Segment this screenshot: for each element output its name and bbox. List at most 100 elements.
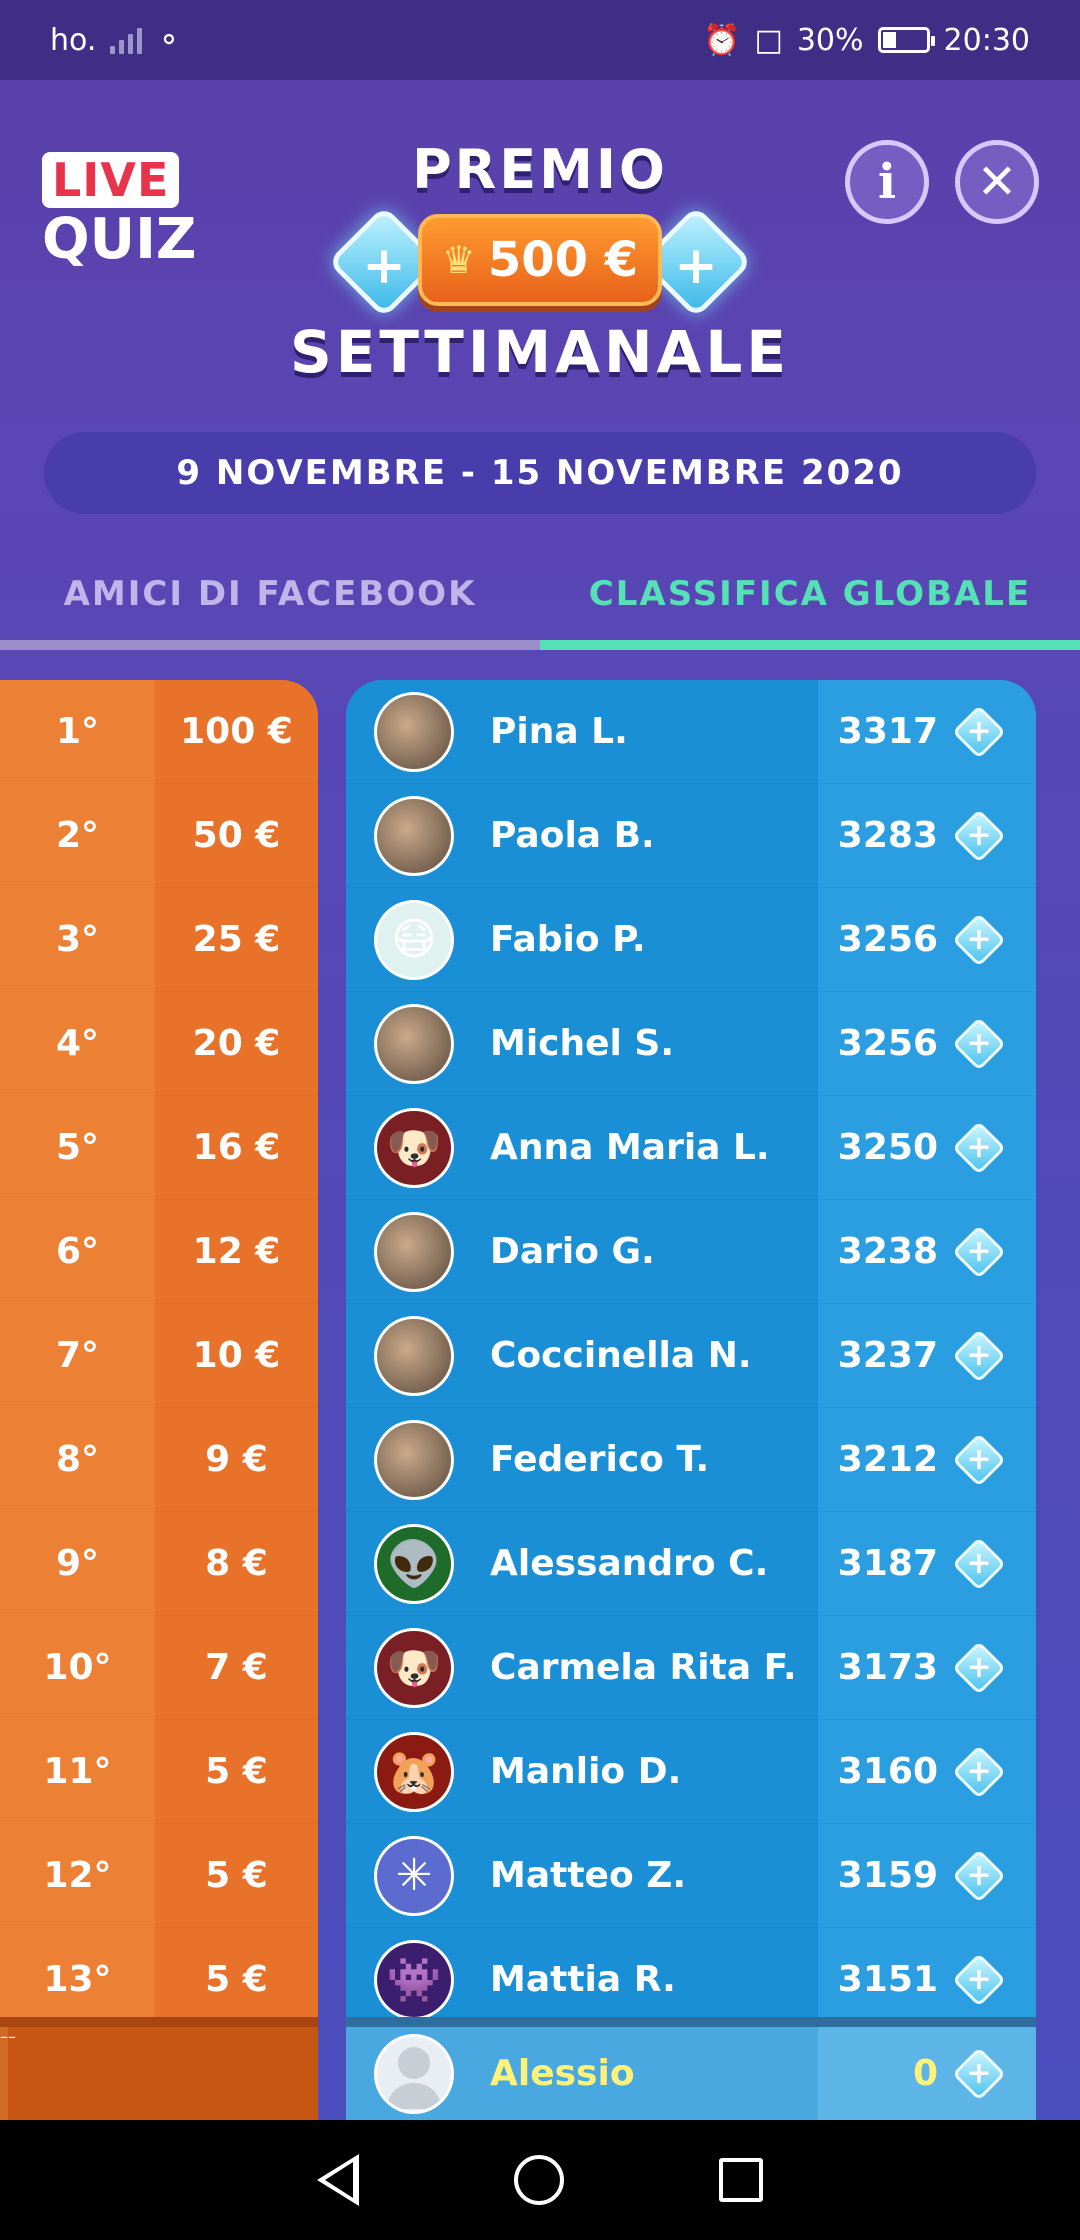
leaderboard-row[interactable]: Dario G. 3238 +	[346, 1200, 1036, 1304]
recent-apps-icon[interactable]	[718, 2158, 763, 2202]
player-name: Michel S.	[490, 1023, 675, 1064]
my-rank: –	[0, 2027, 8, 2120]
prize-amount: 5 €	[205, 1855, 268, 1896]
leaderboard-row[interactable]: Coccinella N. 3237 +	[346, 1304, 1036, 1408]
info-icon: i	[877, 154, 897, 210]
my-prize: –	[8, 2027, 16, 2046]
player-score: 3283	[837, 815, 938, 856]
player-name: Carmela Rita F.	[490, 1647, 797, 1688]
logo-quiz: QUIZ	[42, 207, 197, 272]
leaderboard-row[interactable]: 😷 Fabio P. 3256 +	[346, 888, 1036, 992]
dog-avatar[interactable]: 🐶	[374, 1627, 454, 1708]
prize-rank: 9°	[55, 1543, 100, 1584]
player-score: 3160	[837, 1751, 938, 1792]
prize-amount: 10 €	[192, 1335, 281, 1376]
leaderboard-row[interactable]: Michel S. 3256 +	[346, 992, 1036, 1096]
photo-avatar[interactable]	[374, 1315, 454, 1396]
prize-amount: 5 €	[205, 1751, 268, 1792]
player-name: Paola B.	[490, 815, 655, 856]
prize-rank: 6°	[55, 1231, 100, 1272]
player-name: Dario G.	[490, 1231, 655, 1272]
space-invader-avatar[interactable]: 👾	[374, 1939, 454, 2020]
prize-rank: 2°	[55, 815, 100, 856]
prize-row: 8° 9 €	[0, 1408, 318, 1512]
prize-row: 9° 8 €	[0, 1512, 318, 1616]
player-name: Alessandro C.	[490, 1543, 769, 1584]
my-name: Alessio	[490, 2053, 635, 2094]
my-prize-row: – –	[0, 2017, 318, 2120]
home-icon[interactable]	[513, 2155, 564, 2205]
photo-avatar[interactable]	[374, 795, 454, 876]
photo-avatar[interactable]	[374, 1419, 454, 1500]
prize-rank: 8°	[55, 1439, 100, 1480]
prize-rank: 10°	[43, 1647, 112, 1688]
status-bar: ho. ⚬ ⏰ □ 30% 20:30	[0, 0, 1080, 80]
default-user-avatar	[374, 2033, 454, 2114]
date-range: 9 NOVEMBRE - 15 NOVEMBRE 2020	[44, 432, 1036, 514]
prize-amount: 25 €	[192, 919, 281, 960]
leaderboard-row[interactable]: Pina L. 3317 +	[346, 680, 1036, 784]
my-score: 0	[912, 2053, 938, 2094]
leaderboard-row[interactable]: 🐹 Manlio D. 3160 +	[346, 1720, 1036, 1824]
dog-avatar[interactable]: 🐶	[374, 1107, 454, 1188]
prize-row: 3° 25 €	[0, 888, 318, 992]
leaderboard-row[interactable]: ✳ Matteo Z. 3159 +	[346, 1824, 1036, 1928]
carrier-label: ho.	[50, 22, 97, 58]
prize-amount: 500 €	[487, 232, 639, 288]
prize-row: 7° 10 €	[0, 1304, 318, 1408]
prize-amount: 12 €	[192, 1231, 281, 1272]
player-score: 3173	[837, 1647, 938, 1688]
leaderboard-row[interactable]: 🐶 Anna Maria L. 3250 +	[346, 1096, 1036, 1200]
prize-row: 6° 12 €	[0, 1200, 318, 1304]
alien-avatar[interactable]: 👽	[374, 1523, 454, 1604]
info-button[interactable]: i	[845, 140, 929, 224]
player-score: 3212	[837, 1439, 938, 1480]
my-leaderboard-row[interactable]: Alessio 0 +	[346, 2017, 1036, 2120]
masked-face-avatar[interactable]: 😷	[374, 899, 454, 980]
player-name: Fabio P.	[490, 919, 646, 960]
prize-row: 5° 16 €	[0, 1096, 318, 1200]
system-nav-bar	[0, 2120, 1080, 2240]
player-score: 3256	[837, 919, 938, 960]
close-icon: ✕	[976, 154, 1018, 210]
prize-row: 1° 100 €	[0, 680, 318, 784]
leaderboard-row[interactable]: 👽 Alessandro C. 3187 +	[346, 1512, 1036, 1616]
prize-rank: 12°	[43, 1855, 112, 1896]
prize-amount: 8 €	[205, 1543, 268, 1584]
leaderboard-row[interactable]: 🐶 Carmela Rita F. 3173 +	[346, 1616, 1036, 1720]
prize-row: 4° 20 €	[0, 992, 318, 1096]
prize-row: 2° 50 €	[0, 784, 318, 888]
leaderboard-row[interactable]: Paola B. 3283 +	[346, 784, 1036, 888]
hamster-avatar[interactable]: 🐹	[374, 1731, 454, 1812]
prize-amount: 5 €	[205, 1959, 268, 2000]
leaderboard-row[interactable]: Federico T. 3212 +	[346, 1408, 1036, 1512]
close-button[interactable]: ✕	[955, 140, 1039, 224]
player-name: Manlio D.	[490, 1751, 682, 1792]
prize-rank: 11°	[43, 1751, 112, 1792]
player-name: Mattia R.	[490, 1959, 676, 2000]
wifi-icon: ⚬	[156, 22, 182, 58]
prize-row: 12° 5 €	[0, 1824, 318, 1928]
tab-facebook-friends[interactable]: AMICI DI FACEBOOK	[0, 560, 540, 650]
prize-amount: 50 €	[192, 815, 281, 856]
photo-avatar[interactable]	[374, 691, 454, 772]
photo-avatar[interactable]	[374, 1211, 454, 1292]
photo-avatar[interactable]	[374, 1003, 454, 1084]
clock-time: 20:30	[943, 22, 1030, 58]
banner-title-bottom: SETTIMANALE	[289, 318, 791, 386]
prize-rank: 5°	[55, 1127, 100, 1168]
player-name: Coccinella N.	[490, 1335, 752, 1376]
loading-avatar[interactable]: ✳	[374, 1835, 454, 1916]
prize-pill: ♛ 500 €	[418, 214, 662, 306]
prize-amount: 7 €	[205, 1647, 268, 1688]
tab-bar: AMICI DI FACEBOOK CLASSIFICA GLOBALE	[0, 560, 1080, 650]
prize-rank: 4°	[55, 1023, 100, 1064]
leaderboard[interactable]: Pina L. 3317 + Paola B. 3283 + 😷 Fabio P. 3256 + M…	[346, 680, 1036, 2120]
prize-amount: 100 €	[180, 711, 293, 752]
prize-rank: 7°	[55, 1335, 100, 1376]
battery-icon	[877, 27, 935, 53]
prize-amount: 9 €	[205, 1439, 268, 1480]
back-icon[interactable]	[317, 2154, 360, 2206]
player-score: 3237	[837, 1335, 938, 1376]
tab-global-ranking[interactable]: CLASSIFICA GLOBALE	[540, 560, 1080, 650]
